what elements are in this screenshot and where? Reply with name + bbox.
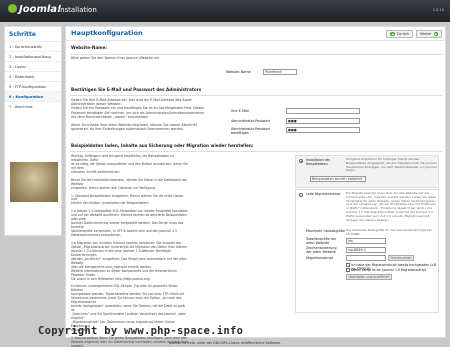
admin-heading: Bestätigen Sie E-Mail und Passwort des A… <box>71 87 202 92</box>
joomla-logo-icon <box>8 4 17 13</box>
sidebar-photo <box>10 162 58 202</box>
upload-execute-button[interactable]: Hochladen und ausführen <box>346 274 392 280</box>
is-migration-checkbox[interactable] <box>346 268 350 272</box>
sample-data-option-pane: Installation der Beispieldaten Dringend … <box>295 155 439 188</box>
script-label: Migrationsskript <box>306 256 334 260</box>
max-upload-value: Die maximale Dateigröße für den Server-U… <box>346 228 433 236</box>
prefix-field[interactable]: jos_ <box>346 238 386 244</box>
sample-data-section: Beispieldaten laden, Inhalte aus Sicheru… <box>66 143 445 148</box>
back-button[interactable]: ◀ Zurück <box>386 30 414 38</box>
arrow-right-icon: ▶ <box>433 31 439 37</box>
site-name-label: Website-Name <box>226 70 251 74</box>
install-sample-label: Installation der Beispieldaten <box>306 158 330 166</box>
browse-button[interactable]: Durchsuchen <box>388 255 414 261</box>
watermark: Copyright by www.php-space.info <box>38 325 244 337</box>
migration-option-pane: Lade Migrationsskript Ein Migrationsskri… <box>295 189 439 313</box>
sidebar-step-1: 1 : Sprachauswahl <box>5 41 61 51</box>
sidebar-step-5: 5 : FTP-Konfiguration <box>5 81 61 91</box>
main-panel: Hauptkonfiguration ◀ Zurück Weiter ▶ Websi… <box>65 26 446 347</box>
sidebar-step-3: 3 : Lizenz <box>5 61 61 71</box>
sidebar-title: Schritte <box>9 31 36 38</box>
already-uploaded-checkbox[interactable] <box>346 263 350 267</box>
encoding-label: Zeichenkodierung der alten Website <box>306 246 337 254</box>
sidebar-step-4: 4 : Datenbank <box>5 71 61 81</box>
sample-data-heading: Beispieldaten laden, Inhalte aus Sicheru… <box>71 143 254 148</box>
admin-section: Bestätigen Sie E-Mail und Passwort des A… <box>66 87 445 92</box>
migration-radio[interactable] <box>299 193 303 197</box>
next-label: Weiter <box>420 31 432 36</box>
page-title: Hauptkonfiguration <box>71 29 143 37</box>
header-title: Installation <box>58 6 97 14</box>
confirm-password-label: Administrator-Passwort bestätigen <box>231 127 271 135</box>
sidebar-step-6: 6 : Konfiguration <box>5 91 61 101</box>
next-button[interactable]: Weiter ▶ <box>416 30 443 38</box>
admin-description: Geben Sie Ihre E-Mail-Adresse ein. Das w… <box>71 98 204 132</box>
password-field[interactable]: ●●● <box>286 118 360 124</box>
description-line: Geben Sie ein Passwort ein und bestätige… <box>71 106 205 111</box>
is-migration-label: Dieser Skript ist ein Joomla! 1.0 Migrat… <box>351 268 426 272</box>
encoding-field[interactable]: iso-8859-1 <box>346 247 386 253</box>
script-file-field[interactable] <box>346 255 386 261</box>
max-upload-label: Maximale Uploadgröße <box>306 229 346 233</box>
joomla-logo: Joomla! <box>8 4 62 15</box>
site-name-description: Bitte geben Sie den Namen Ihrer Joomla!-… <box>71 56 161 60</box>
prefix-label: Tabellenpräfix der alten Website <box>306 237 337 245</box>
app-name: Joomla! <box>19 4 62 15</box>
description-line: ignorieren, da Ihre Einstellungen automa… <box>71 127 184 132</box>
site-name-heading: Website-Name: <box>71 45 108 50</box>
main-titlebar: Hauptkonfiguration ◀ Zurück Weiter ▶ <box>66 27 445 41</box>
email-field[interactable] <box>286 108 360 114</box>
email-label: Ihre E-Mail <box>231 109 249 113</box>
sidebar-step-7: 7 : Abschluss <box>5 101 61 111</box>
migration-note: Ein Migrationsskript muss über die alte … <box>346 191 436 222</box>
install-sample-note: Dringend empfohlen für Anfänger. Damit w… <box>346 157 438 173</box>
sample-data-description: Wichtig: Anfängern wird dringend empfohl… <box>71 154 189 347</box>
password-label: Administrator-Passwort <box>231 119 271 123</box>
version-label: 1.5.15 <box>432 8 444 12</box>
top-bar: Joomla! Installation 1.5.15 <box>0 0 450 22</box>
site-name-section: Website-Name: <box>66 45 445 50</box>
sample-data-button[interactable]: Beispieldaten wurden installiert <box>310 176 366 182</box>
site-name-field[interactable]: Pixelfried! <box>263 69 297 75</box>
steps-sidebar: Schritte 1 : Sprachauswahl 2 : Installati… <box>4 26 62 236</box>
footer-text: Joomla! ist freie, unter der GNU/GPL-Liz… <box>168 341 282 345</box>
arrow-left-icon: ◀ <box>390 31 395 37</box>
migration-label: Lade Migrationsskript <box>306 192 341 196</box>
install-sample-radio[interactable] <box>299 159 303 163</box>
sidebar-step-2: 2 : Installationsprüfung <box>5 51 61 61</box>
confirm-password-field[interactable]: ●●● <box>286 127 360 133</box>
back-label: Zurück <box>396 31 410 36</box>
